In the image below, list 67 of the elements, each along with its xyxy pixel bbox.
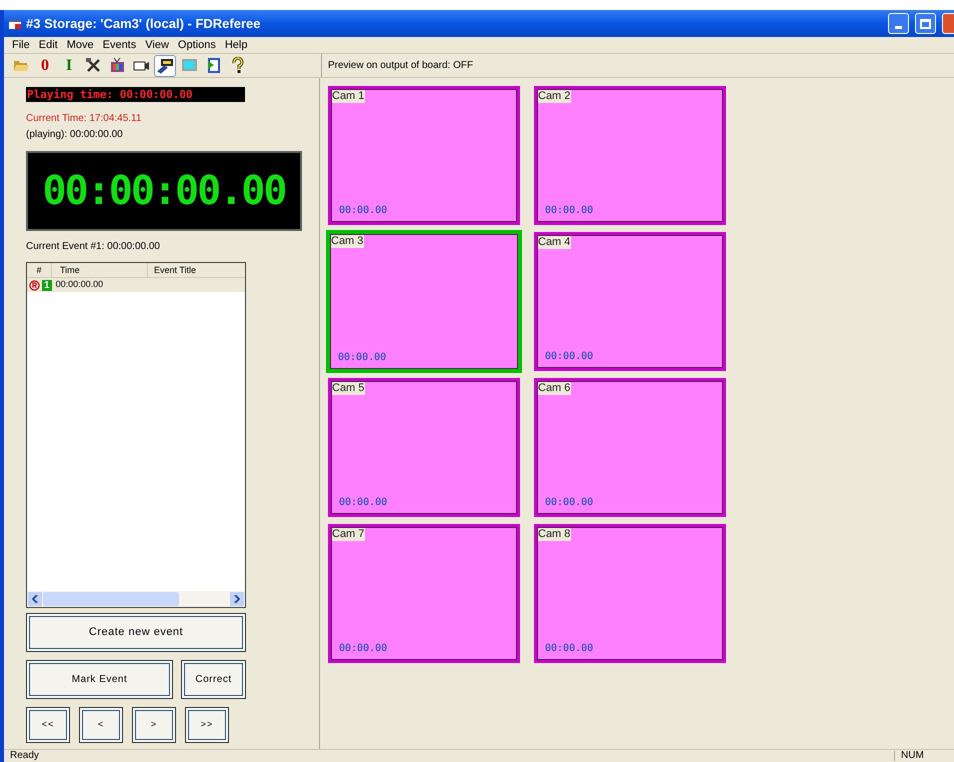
scroll-right-icon[interactable] [230, 592, 244, 606]
camera-label: Cam 8 [538, 528, 572, 541]
playing-label: (playing): 00:00:00.00 [26, 128, 124, 142]
close-button[interactable] [942, 13, 954, 34]
menu-item[interactable]: Events [102, 36, 136, 54]
navigation-button[interactable]: < [79, 707, 123, 743]
monitor-icon [180, 57, 198, 74]
camera-timecode: 00:00.00 [338, 496, 388, 510]
camera-timecode: 00:00.00 [338, 642, 388, 656]
current-event-label: Current Event #1: 00:00:00.00 [26, 240, 161, 254]
menu-item[interactable]: View [145, 36, 169, 54]
event-number: 1 [42, 280, 52, 290]
camera-tile[interactable]: Cam 5 00:00.00 [328, 378, 520, 517]
tv-icon [108, 57, 126, 74]
camera-tile[interactable]: Cam 4 00:00.00 [534, 232, 726, 371]
camera-timecode: 00:00.00 [338, 204, 388, 218]
create-event-button[interactable]: Create new event [26, 613, 246, 652]
toolbar-button[interactable] [154, 54, 176, 76]
menu-item[interactable]: Move [66, 36, 94, 54]
camera-label: Cam 4 [538, 236, 572, 249]
camera-tile[interactable]: Cam 7 00:00.00 [328, 524, 520, 663]
correct-button[interactable]: Correct [181, 660, 246, 699]
playing-time-display: Playing time: 00:00:00.00 [26, 87, 245, 102]
column-header[interactable]: Event Title [147, 263, 245, 277]
camera-tile[interactable]: Cam 8 00:00.00 [534, 524, 726, 663]
camera-tile[interactable]: Cam 2 00:00.00 [534, 86, 726, 225]
column-header[interactable]: # [27, 263, 51, 277]
camera-timecode: 00:00.00 [337, 351, 386, 365]
preview-header: Preview on output of board: OFF [327, 59, 474, 73]
camera-tile[interactable]: Cam 6 00:00.00 [534, 378, 726, 517]
scroll-left-icon[interactable] [28, 592, 42, 606]
clock-digits: 00:00:00.00 [42, 171, 286, 211]
camera-label: Cam 1 [332, 90, 366, 103]
navigation-button[interactable]: > [132, 707, 176, 743]
camera-timecode: 00:00.00 [544, 204, 594, 218]
status-message: Ready [9, 751, 40, 761]
window-title: #3 Storage: 'Cam3' (local) - FDReferee [26, 14, 260, 33]
navigation-button[interactable]: >> [185, 707, 229, 743]
camera-label: Cam 3 [331, 235, 364, 248]
camera-timecode: 00:00.00 [544, 642, 594, 656]
navigation-button[interactable]: << [26, 707, 70, 743]
current-time-label: Current Time: 17:04:45.11 [26, 112, 142, 126]
camera-label: Cam 5 [332, 382, 366, 395]
scroll-thumb[interactable] [43, 592, 179, 606]
menu-item[interactable]: Options [178, 36, 216, 54]
camera-timecode: 00:00.00 [544, 350, 594, 364]
record-mark-icon [29, 280, 40, 290]
camera-label: Cam 2 [538, 90, 572, 103]
camera-tile[interactable]: Cam 1 00:00.00 [328, 86, 520, 225]
column-header[interactable]: Time [51, 263, 147, 277]
event-row[interactable]: 1 00:00:00.00 [27, 278, 245, 292]
event-time: 00:00:00.00 [54, 278, 104, 292]
camera-label: Cam 7 [332, 528, 366, 541]
camera-label: Cam 6 [538, 382, 572, 395]
toolbar-button[interactable]: 0 [34, 54, 56, 76]
num-lock-indicator: NUM [894, 751, 954, 761]
camera-tile[interactable]: Cam 3 00:00.00 [326, 230, 522, 373]
mark-event-button[interactable]: Mark Event [26, 660, 173, 699]
camera-timecode: 00:00.00 [544, 496, 594, 510]
maximize-button[interactable] [915, 13, 936, 34]
horizontal-scrollbar[interactable] [27, 591, 245, 607]
menu-item[interactable]: File [12, 36, 30, 54]
minimize-button[interactable] [888, 13, 909, 34]
app-icon [8, 16, 22, 30]
toolbar-button[interactable]: I [58, 54, 80, 76]
menu-item[interactable]: Edit [38, 36, 58, 54]
menu-item[interactable]: Help [224, 36, 248, 54]
